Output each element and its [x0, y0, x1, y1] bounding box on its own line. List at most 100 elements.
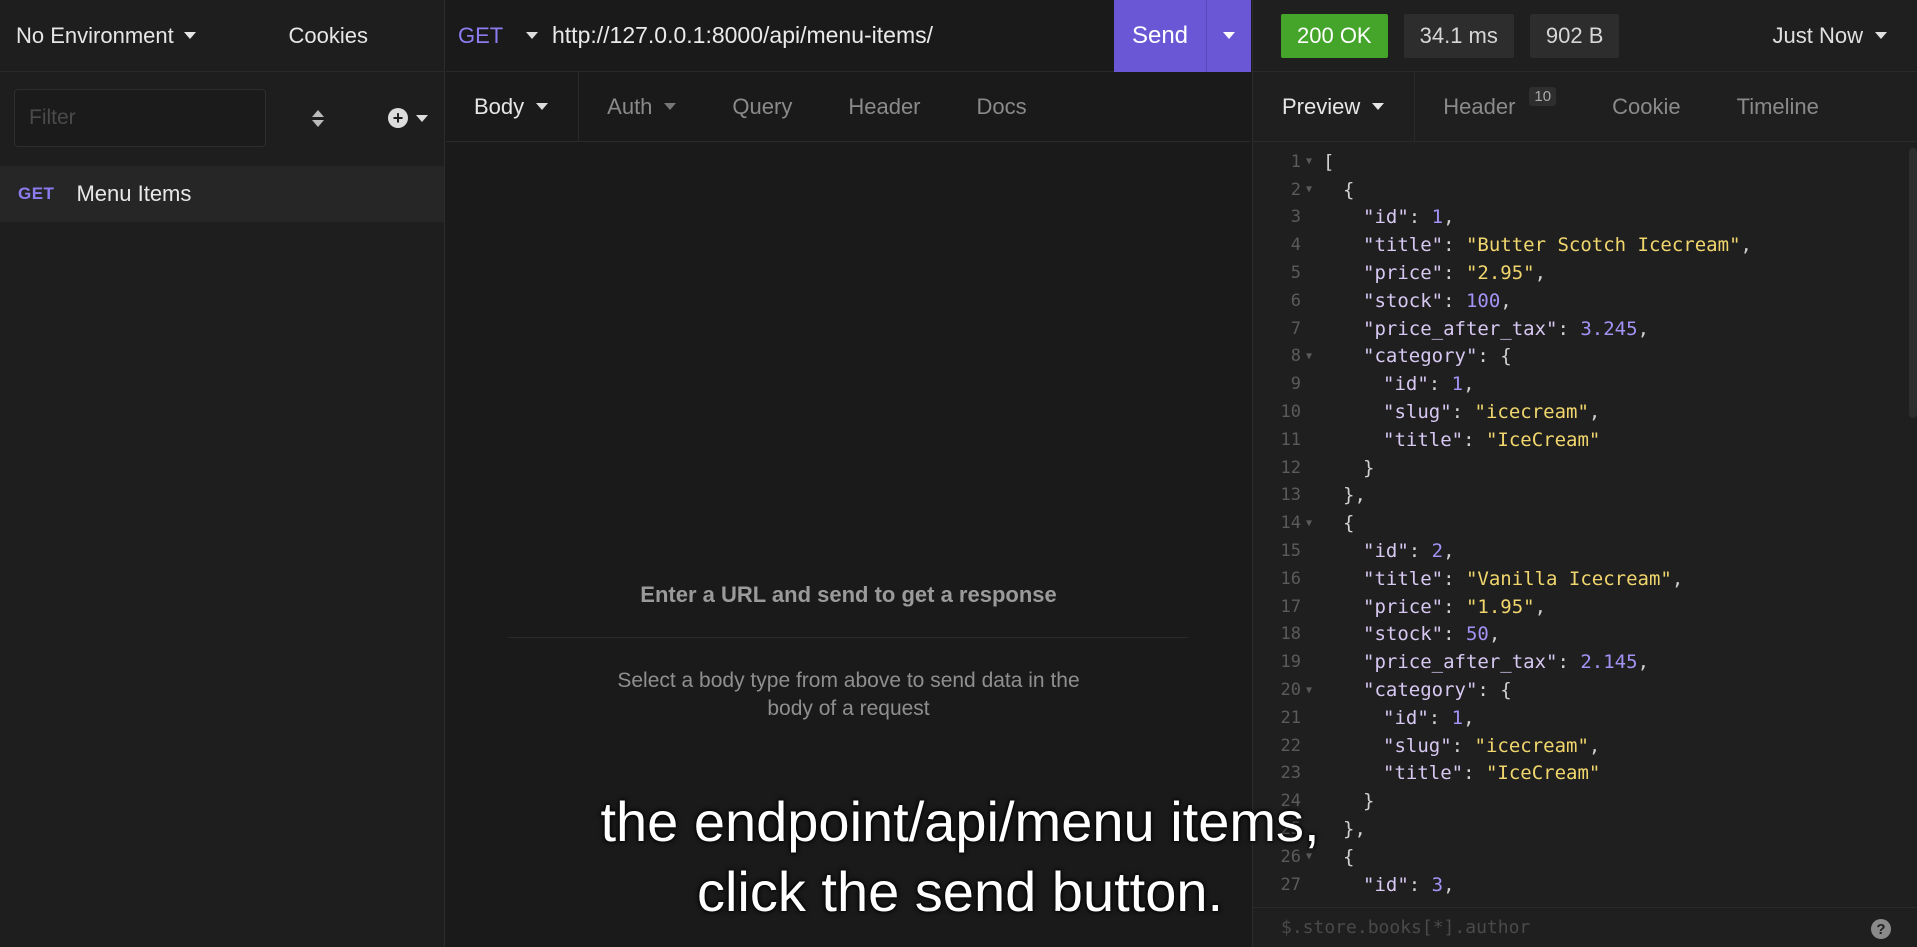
code-text: } — [1323, 457, 1374, 479]
code-token: : — [1451, 734, 1475, 757]
send-button[interactable]: Send — [1114, 0, 1206, 72]
tab-timeline[interactable]: Timeline — [1709, 72, 1847, 142]
divider — [508, 637, 1188, 638]
code-line: 20 ▼ "category": { — [1253, 676, 1893, 704]
code-token: "title" — [1363, 234, 1444, 257]
code-token: : — [1408, 206, 1432, 229]
code-line: 23 "title": "IceCream" — [1253, 760, 1893, 788]
tab-cookie[interactable]: Cookie — [1584, 72, 1708, 142]
line-number: 2 — [1290, 179, 1301, 200]
code-token: : — [1443, 595, 1466, 618]
code-token: "IceCream" — [1485, 762, 1601, 785]
code-text: "id": 1, — [1323, 373, 1475, 395]
fold-toggle-icon[interactable]: ▼ — [1303, 156, 1323, 167]
fold-toggle-icon[interactable]: ▼ — [1303, 184, 1323, 195]
tab-label: Timeline — [1736, 93, 1819, 119]
chevron-down-icon — [416, 114, 428, 122]
response-tabs: Preview Header 10 Cookie Timeline — [1253, 71, 1917, 142]
code-line: 19 "price_after_tax": 2.145, — [1253, 648, 1893, 676]
tab-label: Preview — [1282, 93, 1361, 119]
line-number: 1 — [1290, 151, 1301, 172]
code-line: 7 "price_after_tax": 3.245, — [1253, 315, 1893, 343]
tab-header[interactable]: Header — [820, 72, 948, 142]
line-number: 6 — [1290, 290, 1301, 311]
code-token: "category" — [1363, 679, 1478, 702]
code-token: "icecream" — [1474, 734, 1589, 757]
scrollbar[interactable] — [1909, 148, 1917, 418]
code-token: 1 — [1451, 706, 1464, 729]
code-token: 2.145 — [1580, 651, 1638, 674]
code-token: : — [1428, 373, 1452, 396]
code-token: "2.95" — [1465, 262, 1535, 285]
chevron-down-icon — [183, 32, 196, 39]
code-line: 22 "slug": "icecream", — [1253, 732, 1893, 760]
code-text: "id": 1, — [1323, 707, 1475, 729]
code-token: "title" — [1363, 567, 1444, 590]
code-text: "title": "IceCream" — [1323, 429, 1600, 451]
code-line: 15 "id": 2, — [1253, 537, 1893, 565]
environment-selector[interactable]: No Environment — [16, 23, 196, 49]
code-token: , — [1500, 289, 1512, 312]
code-line: 3 "id": 1, — [1253, 204, 1893, 232]
sidebar-filter-input[interactable] — [14, 89, 266, 147]
code-text: }, — [1323, 484, 1366, 506]
line-number: 20 — [1280, 680, 1301, 701]
code-token: : — [1463, 428, 1486, 451]
tab-response-header[interactable]: Header 10 — [1415, 72, 1584, 142]
add-request-button[interactable]: + — [388, 108, 428, 128]
code-token: "price_after_tax" — [1363, 651, 1558, 674]
line-number: 7 — [1290, 318, 1301, 339]
code-token: : { — [1477, 345, 1512, 368]
code-token: : — [1443, 234, 1466, 257]
code-token: }, — [1343, 484, 1366, 507]
fold-toggle-icon[interactable]: ▼ — [1303, 685, 1323, 696]
tab-docs[interactable]: Docs — [949, 72, 1055, 142]
chevron-down-icon[interactable] — [526, 32, 538, 39]
code-token: : — [1443, 262, 1466, 285]
fold-toggle-icon[interactable]: ▼ — [1303, 518, 1323, 529]
empty-state-subtitle: Select a body type from above to send da… — [617, 669, 1080, 720]
line-number: 12 — [1280, 457, 1301, 478]
code-line: 8 ▼ "category": { — [1253, 343, 1893, 371]
code-text: "id": 1, — [1323, 206, 1455, 228]
tab-label: Auth — [607, 93, 653, 119]
code-line: 1 ▼[ — [1253, 148, 1893, 176]
code-text: "price": "1.95", — [1323, 596, 1546, 618]
code-token: { — [1343, 178, 1355, 201]
code-line: 14 ▼ { — [1253, 509, 1893, 537]
line-number: 10 — [1280, 402, 1301, 423]
empty-state-title: Enter a URL and send to get a response — [640, 582, 1057, 607]
tab-label: Query — [732, 93, 793, 119]
url-input[interactable]: http://127.0.0.1:8000/api/menu-items/ — [552, 22, 1114, 49]
code-token: , — [1588, 401, 1601, 424]
sidebar-header: No Environment Cookies — [0, 0, 444, 72]
method-selector[interactable]: GET — [446, 23, 526, 49]
fold-toggle-icon[interactable]: ▼ — [1303, 351, 1323, 362]
tab-preview[interactable]: Preview — [1253, 71, 1416, 142]
code-token: : — [1451, 401, 1475, 424]
code-token: , — [1488, 623, 1501, 646]
sort-icon[interactable] — [298, 98, 338, 138]
code-text: "title": "Butter Scotch Icecream", — [1323, 234, 1752, 256]
code-token: : { — [1477, 679, 1512, 702]
code-text: "title": "Vanilla Icecream", — [1323, 568, 1683, 590]
sidebar-filter-row: + — [0, 72, 444, 164]
code-token: "price" — [1363, 595, 1444, 618]
line-number: 11 — [1280, 429, 1301, 450]
code-token: , — [1637, 317, 1650, 340]
line-number: 18 — [1280, 624, 1301, 645]
help-icon[interactable]: ? — [1871, 919, 1891, 939]
sidebar-item-menu-items[interactable]: GET Menu Items — [0, 166, 444, 222]
cookies-button[interactable]: Cookies — [289, 23, 368, 49]
line-number: 22 — [1280, 735, 1301, 756]
tab-body[interactable]: Body — [446, 71, 580, 142]
code-token: "stock" — [1363, 623, 1444, 646]
tab-query[interactable]: Query — [704, 72, 820, 142]
code-text: "title": "IceCream" — [1323, 762, 1600, 784]
tab-auth[interactable]: Auth — [579, 72, 704, 142]
code-token: , — [1740, 234, 1752, 257]
code-line: 9 "id": 1, — [1253, 370, 1893, 398]
code-token: "title" — [1383, 762, 1464, 785]
send-options-button[interactable] — [1206, 0, 1251, 72]
response-history-selector[interactable]: Just Now — [1773, 23, 1887, 49]
